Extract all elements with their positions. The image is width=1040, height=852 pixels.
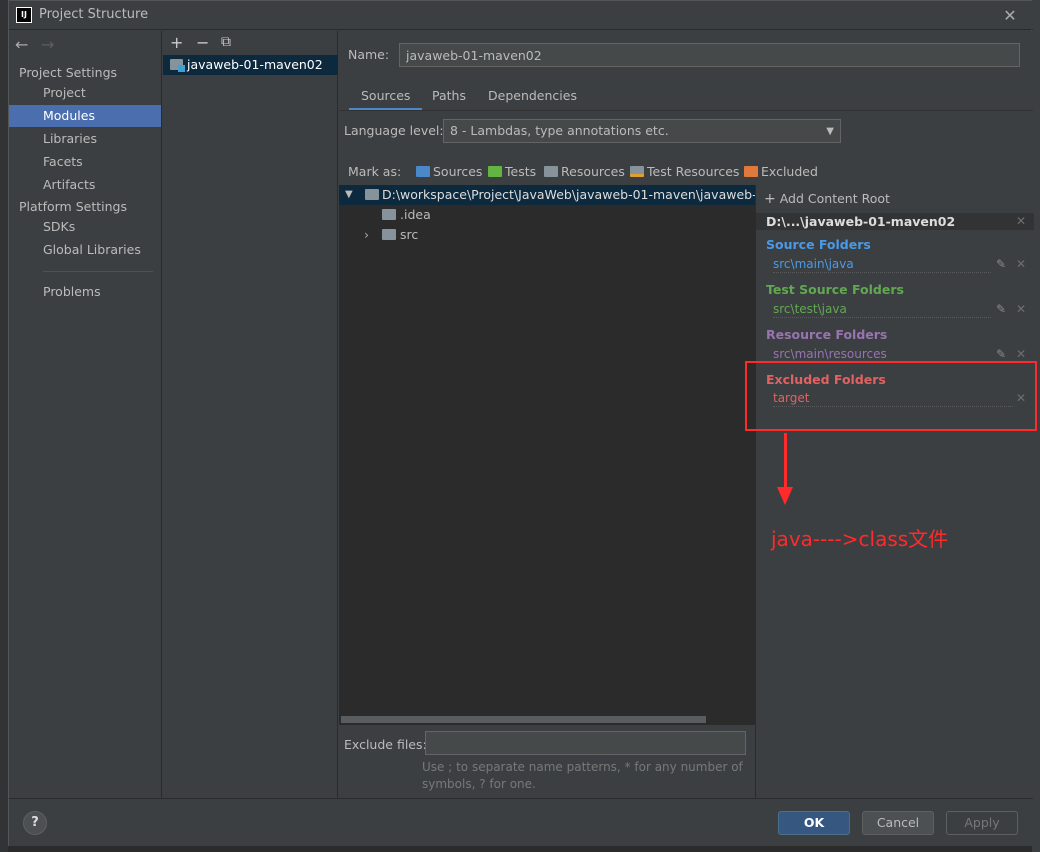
mark-resources-button[interactable]: Resources (544, 164, 625, 182)
tab-paths[interactable]: Paths (420, 87, 478, 111)
sidebar-item-artifacts[interactable]: Artifacts (9, 174, 161, 196)
annotation-text: java---->class文件 (771, 527, 949, 551)
remove-icon[interactable]: − (196, 33, 209, 52)
platform-settings-heading: Platform Settings (19, 199, 127, 214)
sidebar-item-facets[interactable]: Facets (9, 151, 161, 173)
test-resources-folder-icon (630, 166, 644, 177)
content-root-path: D:\...\javaweb-01-maven02 (766, 214, 956, 229)
module-name: javaweb-01-maven02 (187, 57, 323, 72)
horizontal-scrollbar[interactable] (339, 715, 755, 725)
tree-root-label: D:\workspace\Project\JavaWeb\javaweb-01-… (382, 187, 778, 202)
mark-tests-label: Tests (505, 164, 537, 179)
sidebar-item-project[interactable]: Project (9, 82, 161, 104)
remove-icon[interactable]: ✕ (1016, 347, 1026, 361)
name-label: Name: (348, 47, 390, 62)
annotation-arrow-shaft (784, 433, 787, 489)
add-icon[interactable]: + (170, 33, 183, 52)
copy-icon[interactable]: ⧉ (221, 34, 231, 50)
window-title: Project Structure (39, 7, 149, 22)
resource-folders-title: Resource Folders (766, 327, 888, 342)
source-folders-title: Source Folders (766, 237, 871, 252)
module-list-item[interactable]: javaweb-01-maven02 (163, 55, 338, 75)
back-arrow-icon[interactable]: ← (15, 35, 28, 54)
exclude-files-input[interactable] (425, 731, 746, 755)
mark-excluded-label: Excluded (761, 164, 818, 179)
remove-root-icon[interactable]: ✕ (1016, 213, 1026, 230)
tree-item-src[interactable]: › src (339, 225, 755, 245)
folder-icon (365, 189, 379, 200)
exclude-files-label: Exclude files: (344, 737, 427, 752)
ok-button[interactable]: OK (778, 811, 850, 835)
project-settings-heading: Project Settings (19, 65, 118, 80)
remove-icon[interactable]: ✕ (1016, 257, 1026, 271)
modules-list-panel: + − ⧉ javaweb-01-maven02 (163, 31, 338, 798)
content-root-header: D:\...\javaweb-01-maven02 ✕ (756, 213, 1034, 230)
chevron-right-icon: › (364, 227, 369, 242)
close-icon[interactable]: ✕ (999, 5, 1021, 27)
intellij-logo-icon: IJ (16, 7, 32, 23)
edit-icon[interactable]: ✎ (996, 302, 1006, 316)
cancel-button[interactable]: Cancel (862, 811, 934, 835)
chevron-down-icon: ▼ (345, 189, 353, 200)
add-content-root-button[interactable]: + Add Content Root (764, 191, 890, 207)
tab-divider (339, 110, 1033, 111)
tab-sources[interactable]: Sources (349, 87, 423, 111)
test-source-folders-title: Test Source Folders (766, 282, 904, 297)
tab-dependencies[interactable]: Dependencies (476, 87, 589, 111)
test-source-folder-path: src\test\java (773, 302, 991, 318)
plus-icon: + (764, 191, 776, 207)
settings-sidebar: ← → Project Settings Project Modules Lib… (9, 31, 162, 798)
folder-icon (382, 209, 396, 220)
forward-arrow-icon[interactable]: → (41, 35, 54, 54)
annotation-arrow-head (777, 487, 793, 505)
help-button[interactable]: ? (23, 811, 47, 835)
remove-icon[interactable]: ✕ (1016, 302, 1026, 316)
mark-excluded-button[interactable]: Excluded (744, 164, 818, 182)
source-folder-path: src\main\java (773, 257, 991, 273)
mark-sources-button[interactable]: Sources (416, 164, 482, 182)
name-field[interactable] (399, 43, 1020, 67)
title-bar: IJ Project Structure ✕ (9, 1, 1033, 30)
tree-root-row[interactable]: ▼ D:\workspace\Project\JavaWeb\javaweb-0… (339, 185, 777, 205)
project-structure-dialog: IJ Project Structure ✕ ← → Project Setti… (8, 0, 1037, 846)
sidebar-divider (43, 271, 153, 272)
edit-icon[interactable]: ✎ (996, 347, 1006, 361)
mark-test-resources-label: Test Resources (647, 164, 740, 179)
ide-background-left (0, 0, 8, 852)
sidebar-item-modules[interactable]: Modules (9, 105, 161, 127)
scrollbar-thumb[interactable] (341, 716, 706, 723)
module-settings-panel: Name: Sources Paths Dependencies Languag… (339, 31, 1037, 798)
mark-as-label: Mark as: (348, 164, 402, 179)
add-content-root-label: Add Content Root (779, 191, 890, 206)
dialog-button-bar: ? OK Cancel Apply (9, 798, 1033, 846)
language-level-label: Language level: (344, 123, 444, 138)
tree-item-idea[interactable]: .idea (339, 205, 755, 225)
language-level-value: 8 - Lambdas, type annotations etc. (450, 123, 669, 138)
sidebar-item-sdks[interactable]: SDKs (9, 216, 161, 238)
mark-resources-label: Resources (561, 164, 625, 179)
exclude-files-hint: Use ; to separate name patterns, * for a… (422, 760, 743, 791)
sidebar-item-problems[interactable]: Problems (9, 281, 161, 303)
sources-folder-icon (416, 166, 430, 177)
sidebar-item-libraries[interactable]: Libraries (9, 128, 161, 150)
mark-tests-button[interactable]: Tests (488, 164, 536, 182)
tree-item-label: .idea (400, 207, 431, 222)
chevron-down-icon: ▼ (826, 126, 834, 137)
mark-sources-label: Sources (433, 164, 483, 179)
content-roots-panel: + Add Content Root D:\...\javaweb-01-mav… (755, 185, 1034, 798)
tree-item-label: src (400, 227, 419, 242)
folder-icon (382, 229, 396, 240)
sidebar-item-global-libraries[interactable]: Global Libraries (9, 239, 161, 261)
apply-button[interactable]: Apply (946, 811, 1018, 835)
resources-folder-icon (544, 166, 558, 177)
tests-folder-icon (488, 166, 502, 177)
excluded-folder-icon (744, 166, 758, 177)
content-tree: ▼ D:\workspace\Project\JavaWeb\javaweb-0… (339, 185, 777, 725)
language-level-select[interactable]: 8 - Lambdas, type annotations etc. ▼ (443, 119, 841, 143)
mark-test-resources-button[interactable]: Test Resources (630, 164, 739, 182)
module-folder-icon (170, 59, 185, 72)
annotation-highlight-box (745, 361, 1037, 431)
edit-icon[interactable]: ✎ (996, 257, 1006, 271)
